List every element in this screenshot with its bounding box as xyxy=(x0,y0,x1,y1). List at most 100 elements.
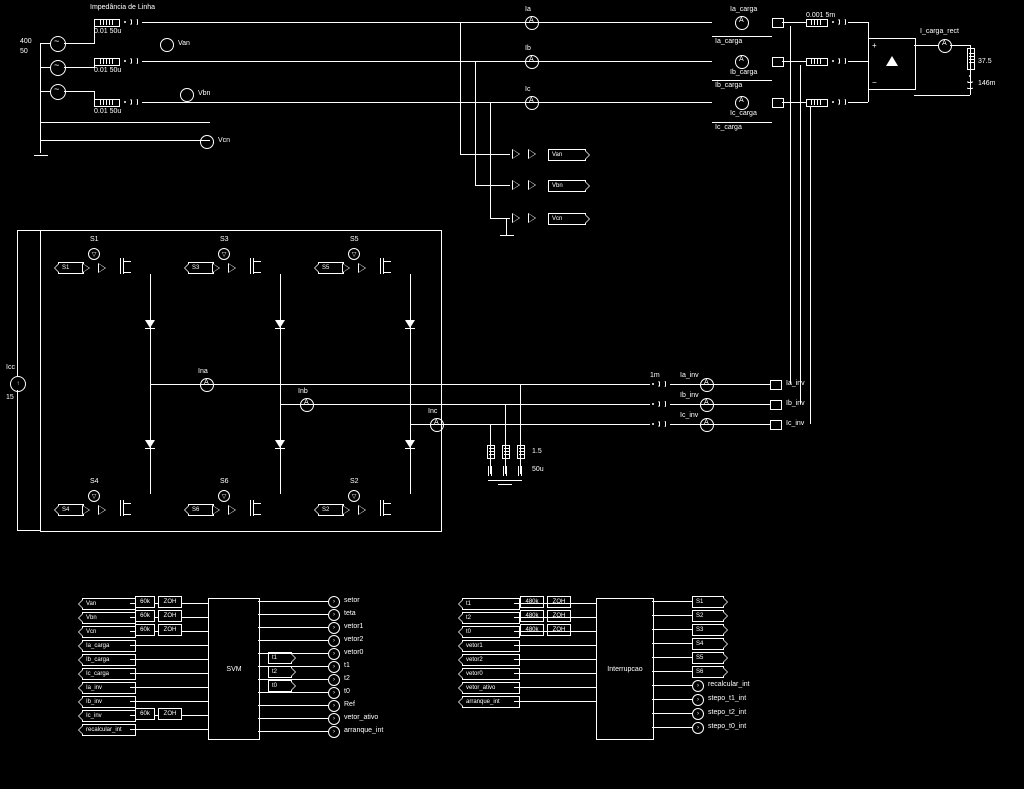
wire-phase-a xyxy=(142,22,712,23)
intr-in-t1: t1 xyxy=(462,598,520,610)
label-inc: Inc xyxy=(428,408,437,415)
source-va xyxy=(50,36,66,52)
zoh-block: ZOH xyxy=(547,624,571,636)
intr-out-S5: S5 xyxy=(692,652,724,664)
wire xyxy=(514,631,596,632)
svm-in-Vbn: Vbn xyxy=(82,612,136,624)
ground-icon xyxy=(34,155,48,165)
line-res-a xyxy=(94,19,120,27)
rect-res xyxy=(967,48,975,70)
filter-cap xyxy=(488,466,489,476)
gain-block: 60k xyxy=(135,708,155,720)
port-s1: S1 xyxy=(58,262,84,274)
rect-r-val: 37.5 xyxy=(978,58,992,65)
buffer-icon xyxy=(358,505,366,515)
filter-cap xyxy=(518,466,519,476)
label-s2: S2 xyxy=(350,478,359,485)
wire xyxy=(652,699,692,700)
label-s5: S5 xyxy=(350,236,359,243)
line-ind-a xyxy=(122,19,142,25)
port-s5: S5 xyxy=(318,262,344,274)
svm-in-Ib_inv: Ib_inv xyxy=(82,696,136,708)
wire xyxy=(652,657,692,658)
svm-block: SVM xyxy=(208,598,260,740)
probe-vcn xyxy=(200,135,214,149)
load-ind-c xyxy=(830,99,848,105)
mosfet-icon xyxy=(120,500,133,516)
ammeter-ia-inv xyxy=(700,378,714,392)
wire xyxy=(712,80,772,81)
load-ind-b xyxy=(830,58,848,64)
buffer-icon xyxy=(98,263,106,273)
intr-in-arranque_int: arranque_int xyxy=(462,696,520,708)
wire xyxy=(130,687,208,688)
mosfet-icon xyxy=(250,500,263,516)
wire xyxy=(782,22,806,23)
wire xyxy=(258,653,328,654)
label-s6: S6 xyxy=(220,478,229,485)
svm-in-Ib_carga: Ib_carga xyxy=(82,654,136,666)
wire xyxy=(150,384,650,385)
wire xyxy=(652,615,692,616)
wire xyxy=(514,617,596,618)
intr-block: Interrupcao xyxy=(596,598,654,740)
label-ib-carga: Ib_carga xyxy=(730,69,757,76)
wire xyxy=(514,645,596,646)
terminal xyxy=(770,420,782,430)
label-ic-inv: Ic_inv xyxy=(680,412,698,419)
probe-icon: › xyxy=(328,596,340,608)
label-vbn: Vbn xyxy=(198,90,210,97)
wire xyxy=(460,22,461,154)
ammeter-ina xyxy=(200,378,214,392)
wire xyxy=(258,666,328,667)
wire xyxy=(258,627,328,628)
wire xyxy=(40,91,50,92)
buffer-icon xyxy=(82,505,90,515)
wire-phase-c xyxy=(142,102,712,103)
ammeter-inb xyxy=(300,398,314,412)
ind-inv-c xyxy=(650,421,670,427)
svm-in-recalcular_int: recalcular_int xyxy=(82,724,136,736)
wire xyxy=(514,701,596,702)
wire xyxy=(40,140,210,141)
port-s4: S4 xyxy=(58,504,84,516)
wire xyxy=(514,673,596,674)
terminal xyxy=(770,400,782,410)
wire xyxy=(782,102,806,103)
svm-in-Ia_inv: Ia_inv xyxy=(82,682,136,694)
gain-block: 480k xyxy=(520,596,544,608)
gain-block: 60k xyxy=(135,610,155,622)
wire xyxy=(410,274,411,424)
probe-icon: › xyxy=(328,622,340,634)
wire xyxy=(514,687,596,688)
inverter-frame xyxy=(40,230,442,532)
line-rl-a: 0.01 50u xyxy=(94,28,121,35)
term-ia-inv: Ia_inv xyxy=(786,380,805,387)
wire xyxy=(280,404,281,494)
wire xyxy=(652,629,692,630)
intr-in-t0: t0 xyxy=(462,626,520,638)
ammeter-ia-carga xyxy=(735,16,749,30)
wire xyxy=(670,424,770,425)
rect-ind xyxy=(967,73,973,93)
mosfet-icon xyxy=(380,258,393,274)
buffer-icon xyxy=(82,263,90,273)
label-ic: Ic xyxy=(525,86,530,93)
wire xyxy=(868,88,869,102)
intr-in-vetor0: vetor0 xyxy=(462,668,520,680)
wire xyxy=(94,60,95,68)
wire xyxy=(258,679,328,680)
buffer-vbn-icon xyxy=(512,180,520,190)
label-ic-carga2: Ic_carga xyxy=(715,124,742,131)
intr-in-vetor1: vetor1 xyxy=(462,640,520,652)
probe-icon: › xyxy=(692,694,704,706)
line-ind-b xyxy=(122,58,142,64)
out-vcn: Vcn xyxy=(548,213,586,225)
load-res-a xyxy=(806,19,828,27)
probe-icon: › xyxy=(328,726,340,738)
wire xyxy=(652,685,692,686)
zoh-block: ZOH xyxy=(158,708,182,720)
probe-icon: › xyxy=(328,635,340,647)
wire xyxy=(17,390,18,530)
ammeter-ia xyxy=(525,16,539,30)
